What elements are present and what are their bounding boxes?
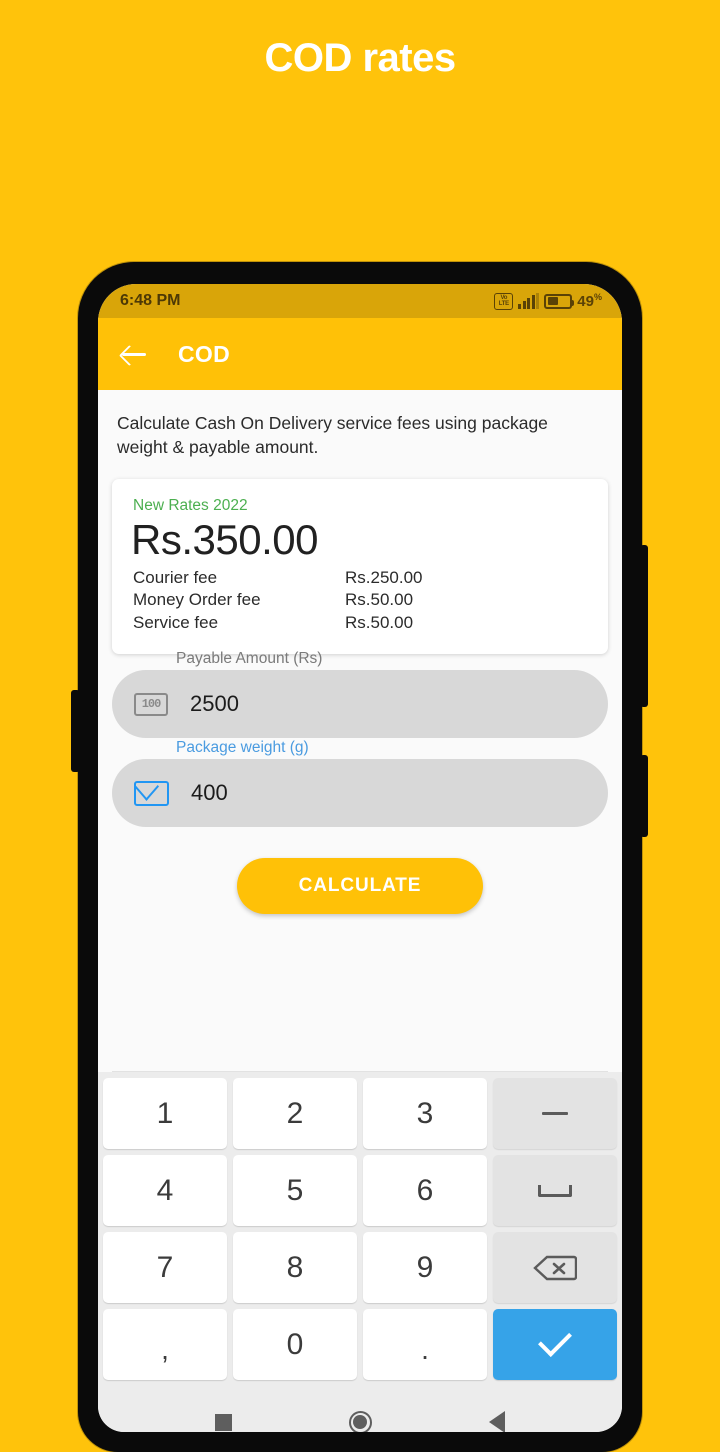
volume-down-button[interactable]	[640, 755, 648, 837]
signal-icon	[518, 293, 540, 309]
fee-value: Rs.50.00	[345, 612, 414, 632]
key-9[interactable]: 9	[363, 1232, 487, 1303]
key-5[interactable]: 5	[233, 1155, 357, 1226]
content-divider	[112, 1071, 608, 1072]
key-2[interactable]: 2	[233, 1078, 357, 1149]
key-enter[interactable]	[493, 1309, 617, 1380]
arrow-left-icon[interactable]	[120, 340, 148, 368]
fee-row: Service fee Rs.50.00	[133, 612, 587, 635]
check-icon	[536, 1334, 574, 1356]
key-0[interactable]: 0	[233, 1309, 357, 1380]
keyboard-row: 1 2 3	[103, 1078, 617, 1149]
keyboard-row: 4 5 6	[103, 1155, 617, 1226]
battery-icon	[544, 293, 575, 309]
volte-label-bottom: LTE	[498, 301, 509, 307]
key-minus[interactable]	[493, 1078, 617, 1149]
volte-icon: Vo LTE	[494, 292, 514, 310]
square-icon[interactable]	[214, 1413, 232, 1431]
key-period[interactable]: .	[363, 1309, 487, 1380]
key-3[interactable]: 3	[363, 1078, 487, 1149]
page-title: COD rates	[264, 36, 456, 80]
key-comma[interactable]: ,	[103, 1309, 227, 1380]
volume-up-button[interactable]	[640, 545, 648, 707]
phone-screen: 6:48 PM Vo LTE 49% COD Calculate Cash On…	[98, 284, 622, 1432]
android-nav-bar	[98, 1392, 622, 1432]
key-backspace[interactable]	[493, 1232, 617, 1303]
triangle-left-icon[interactable]	[489, 1411, 506, 1432]
status-bar: 6:48 PM Vo LTE 49%	[98, 284, 622, 318]
fee-value: Rs.250.00	[345, 567, 423, 587]
key-space[interactable]	[493, 1155, 617, 1226]
phone-frame: 6:48 PM Vo LTE 49% COD Calculate Cash On…	[71, 262, 648, 1452]
fee-name: Courier fee	[133, 567, 218, 587]
key-6[interactable]: 6	[363, 1155, 487, 1226]
total-amount: Rs.350.00	[131, 516, 318, 564]
key-4[interactable]: 4	[103, 1155, 227, 1226]
numeric-keyboard: 1 2 3 4 5 6 7 8 9 , 0 .	[98, 1072, 622, 1392]
payable-amount-field[interactable]: Payable Amount (Rs) 100 2500	[112, 650, 608, 739]
key-8[interactable]: 8	[233, 1232, 357, 1303]
package-weight-field[interactable]: Package weight (g) 400	[112, 739, 608, 828]
fee-row: Courier fee Rs.250.00	[133, 567, 587, 590]
package-weight-input[interactable]: 400	[191, 780, 228, 806]
envelope-icon	[134, 780, 169, 806]
app-bar: COD	[98, 318, 622, 390]
app-bar-title: COD	[178, 340, 231, 367]
battery-percent: 49%	[577, 292, 602, 310]
power-button[interactable]	[71, 690, 80, 772]
backspace-icon	[533, 1254, 578, 1282]
package-weight-label: Package weight (g)	[176, 739, 309, 757]
rates-label: New Rates 2022	[133, 497, 248, 515]
keyboard-row: , 0 .	[103, 1309, 617, 1380]
banknote-icon-text: 100	[141, 697, 162, 712]
main-content: Calculate Cash On Delivery service fees …	[98, 390, 622, 1072]
status-indicators: Vo LTE 49%	[494, 292, 602, 310]
fee-name: Money Order fee	[133, 590, 261, 610]
result-card: New Rates 2022 Rs.350.00 Courier fee Rs.…	[112, 479, 608, 655]
minus-icon	[542, 1111, 568, 1116]
fee-value: Rs.50.00	[345, 590, 414, 610]
calculate-button[interactable]: CALCULATE	[236, 858, 484, 915]
payable-amount-label: Payable Amount (Rs)	[176, 650, 323, 668]
calculate-button-wrap: CALCULATE	[98, 858, 622, 915]
keyboard-row: 7 8 9	[103, 1232, 617, 1303]
circle-icon[interactable]	[348, 1410, 372, 1432]
fee-name: Service fee	[133, 612, 219, 632]
key-1[interactable]: 1	[103, 1078, 227, 1149]
key-7[interactable]: 7	[103, 1232, 227, 1303]
fee-row: Money Order fee Rs.50.00	[133, 589, 587, 612]
payable-amount-input[interactable]: 2500	[190, 691, 239, 717]
banknote-icon: 100	[134, 692, 168, 716]
space-icon	[538, 1184, 572, 1197]
status-time: 6:48 PM	[120, 292, 181, 309]
description-text: Calculate Cash On Delivery service fees …	[117, 413, 548, 457]
